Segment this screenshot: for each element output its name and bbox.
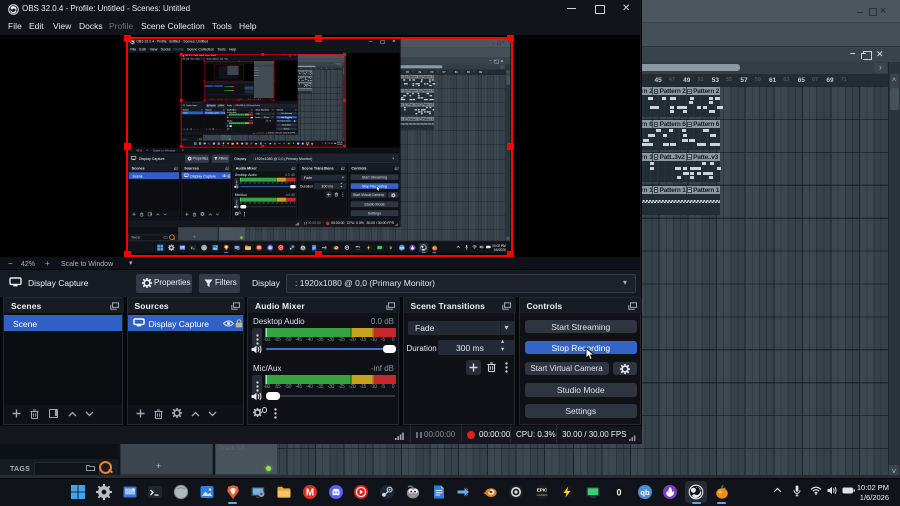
svg-text:GAMES: GAMES	[536, 493, 547, 497]
svg-text:M: M	[306, 488, 314, 499]
svg-text:0: 0	[616, 488, 621, 498]
svg-text:qb: qb	[640, 488, 650, 497]
svg-text:EPIC: EPIC	[536, 488, 547, 493]
